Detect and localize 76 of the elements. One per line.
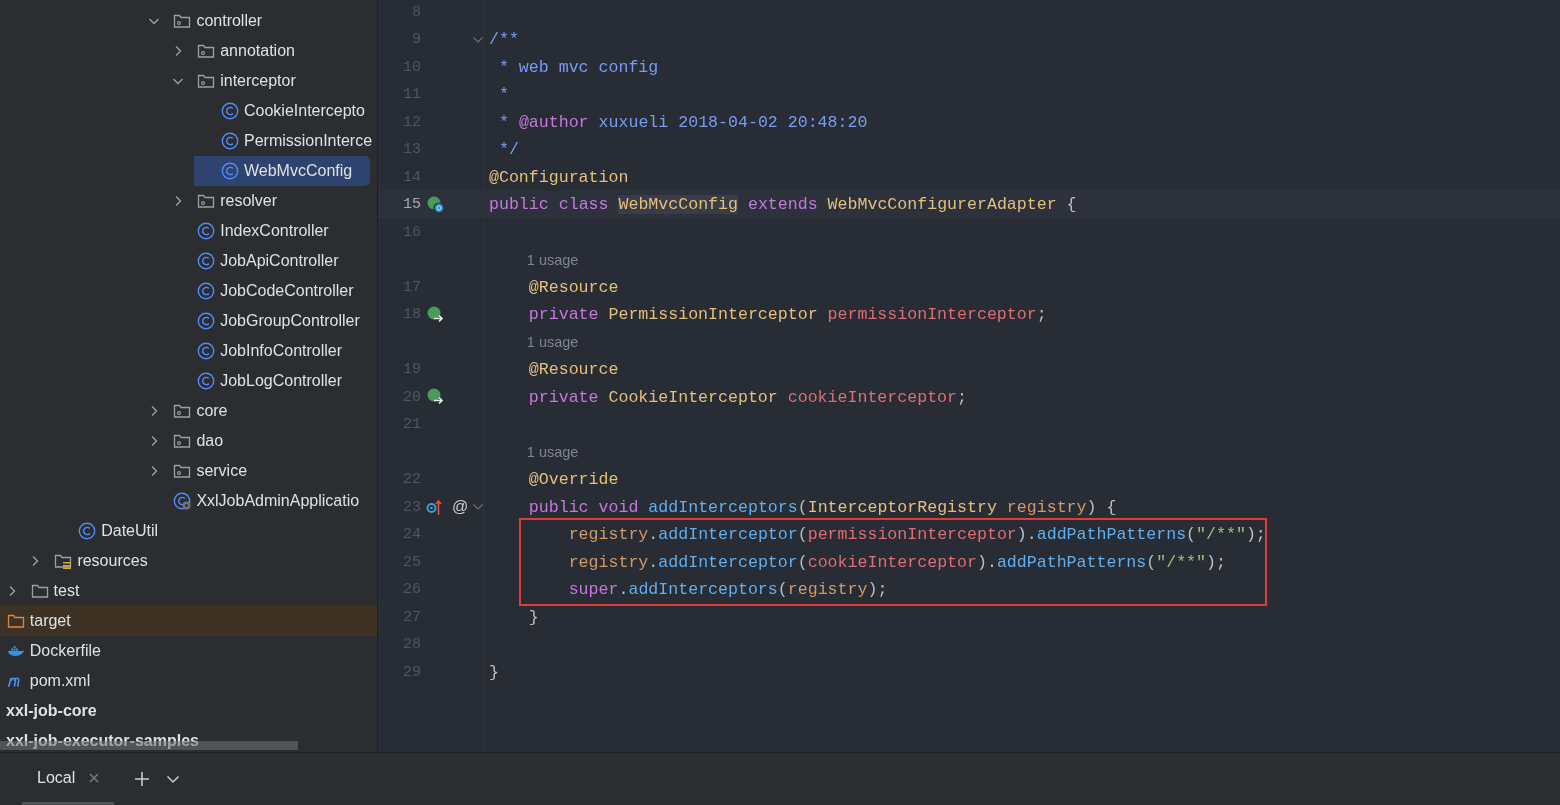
- package-folder-icon: [173, 403, 192, 419]
- package-folder-icon: [197, 43, 216, 59]
- tree-item[interactable]: service: [146, 456, 377, 486]
- code-line: registry.addInterceptor(cookieInterceptor).addPathPatterns("/**");: [567, 552, 1226, 572]
- override-icon: [426, 498, 442, 516]
- code-line: @Configuration: [489, 167, 629, 187]
- terminal-tab[interactable]: Local: [22, 753, 115, 805]
- tree-item[interactable]: resolver: [170, 186, 377, 216]
- code-line: */: [497, 140, 519, 159]
- code-line: @Resource: [527, 277, 619, 297]
- usage-hint[interactable]: 1 usage: [526, 444, 579, 460]
- gutter-symbol[interactable]: @: [452, 498, 472, 516]
- tree-item[interactable]: xxl-job-core: [0, 696, 377, 726]
- tree-item[interactable]: core: [146, 396, 377, 426]
- tree-item[interactable]: DateUtil: [51, 516, 377, 546]
- class-icon: [221, 162, 239, 180]
- tree-item[interactable]: test: [3, 576, 377, 606]
- class-icon: [197, 282, 216, 300]
- code-line: }: [489, 662, 499, 682]
- bean-arrow-icon: [426, 304, 446, 325]
- code-line: *: [497, 85, 509, 104]
- code-line: * @author xuxueli 2018-04-02 20:48:20: [497, 112, 868, 132]
- bean-class-icon: [426, 194, 446, 215]
- class-icon: [197, 222, 216, 240]
- package-folder-icon: [173, 463, 192, 479]
- code-line: super.addInterceptors(registry);: [567, 580, 888, 599]
- app-class-icon: [173, 492, 192, 510]
- tree-item[interactable]: dao: [146, 426, 377, 456]
- code-line: @Resource: [527, 360, 619, 379]
- code-line: public void addInterceptors(InterceptorRegistry registry) {: [527, 497, 1117, 517]
- tree-item[interactable]: target: [0, 606, 377, 636]
- code-line: registry.addInterceptor(permissionInterceptor).addPathPatterns("/**");: [567, 525, 1266, 544]
- tree-item[interactable]: JobLogController: [170, 366, 377, 396]
- class-icon: [78, 522, 97, 540]
- plus-icon: [134, 771, 151, 787]
- class-icon: [197, 312, 216, 330]
- tree-item[interactable]: JobGroupController: [170, 306, 377, 336]
- usage-hint[interactable]: 1 usage: [526, 251, 579, 268]
- code-line: private PermissionInterceptor permissionInterceptor;: [527, 305, 1047, 324]
- tree-item[interactable]: JobCodeController: [170, 276, 377, 306]
- resources-folder-icon: [54, 553, 73, 569]
- tree-item[interactable]: CookieIntercepto: [194, 96, 377, 126]
- class-icon: [197, 252, 216, 270]
- tree-item[interactable]: controller: [146, 6, 377, 36]
- class-icon: [221, 102, 239, 120]
- tree-item[interactable]: annotation: [170, 36, 377, 66]
- folder-icon: [30, 583, 49, 599]
- code-line: @Override: [527, 470, 619, 489]
- tree-item[interactable]: JobApiController: [170, 246, 377, 276]
- tree-item[interactable]: Dockerfile: [0, 636, 377, 666]
- close-icon: [89, 772, 100, 783]
- class-icon: [221, 132, 239, 150]
- line-number: 15: [402, 196, 421, 213]
- code-line: public class WebMvcConfig extends WebMvcConfigurerAdapter {: [489, 195, 1077, 214]
- package-folder-icon: [197, 73, 216, 89]
- tree-item[interactable]: XxlJobAdminApplicatio: [146, 486, 377, 516]
- tree-item[interactable]: pom.xml: [0, 666, 377, 696]
- tree-item[interactable]: IndexController: [170, 216, 377, 246]
- code-line: }: [527, 607, 539, 627]
- tree-item[interactable]: JobInfoController: [170, 336, 377, 366]
- tree-item[interactable]: interceptor: [170, 66, 377, 96]
- bean-arrow-icon: [426, 387, 446, 407]
- package-folder-icon: [173, 433, 192, 449]
- code-line: * web mvc config: [497, 57, 659, 77]
- tree-item[interactable]: PermissionInterce: [194, 126, 377, 156]
- tree-item[interactable]: resources: [27, 546, 377, 576]
- package-folder-icon: [173, 13, 192, 29]
- code-line: private CookieInterceptor cookieInterceptor;: [527, 387, 967, 407]
- folder-icon: [6, 613, 25, 629]
- class-icon: [197, 372, 216, 390]
- package-folder-icon: [197, 193, 216, 209]
- tree-item[interactable]: WebMvcConfig: [194, 156, 370, 186]
- code-line: /**: [489, 30, 519, 49]
- usage-hint[interactable]: 1 usage: [526, 334, 579, 350]
- class-icon: [197, 342, 216, 360]
- whale-icon: [6, 643, 25, 659]
